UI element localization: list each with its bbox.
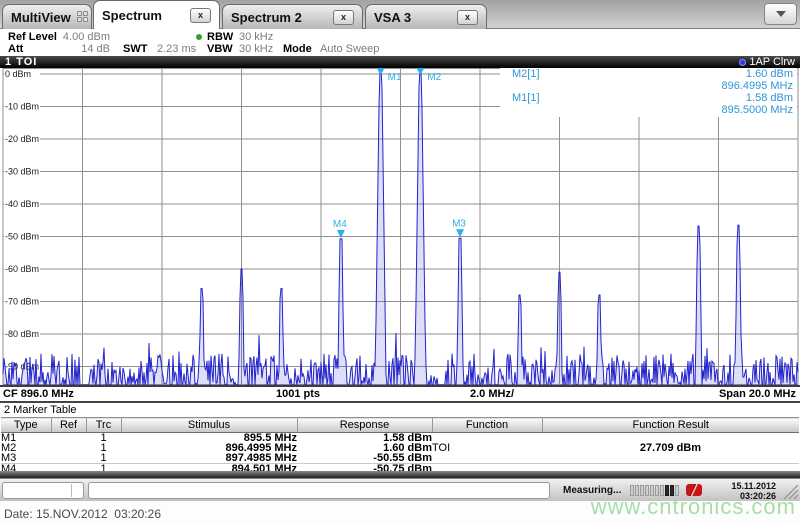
tab-vsa3[interactable]: VSA 3 x	[365, 4, 487, 29]
tab-multiview[interactable]: MultiView	[2, 4, 92, 29]
marker-table: Type Ref Trc Stimulus Response Function …	[1, 417, 799, 474]
tab-spectrum-label: Spectrum	[102, 7, 162, 23]
entry-field[interactable]	[88, 482, 550, 499]
col-function: Function	[431, 417, 542, 433]
ref-level-value[interactable]: 4.00 dBm	[60, 31, 110, 43]
readout-m1-name: M1[1]	[512, 92, 540, 104]
trace-label: 1AP Clrw	[749, 56, 795, 68]
watermark: www.cntronics.com	[590, 494, 796, 519]
spectrum-analyzer-screen: MultiView Spectrum x Spectrum 2 x VSA 3 …	[0, 0, 800, 525]
tab-vsa3-label: VSA 3	[374, 9, 412, 25]
table-row: M3 1 897.4985 MHz -50.55 dBm	[1, 452, 432, 464]
rbw-status-dot-icon	[196, 34, 202, 40]
x-axis-info-bar: CF 896.0 MHz 1001 pts 2.0 MHz/ Span 20.0…	[0, 385, 800, 401]
ref-level-label: Ref Level	[8, 31, 57, 43]
readout-m1-freq: 895.5000 MHz	[721, 104, 793, 116]
readout-m1-level: 1.58 dBm	[745, 92, 793, 104]
softkey-box[interactable]	[2, 482, 84, 499]
tab-vsa3-close-icon[interactable]: x	[457, 9, 478, 25]
mode-value[interactable]: Auto Sweep	[320, 43, 379, 55]
readout-m2-name: M2[1]	[512, 68, 540, 80]
settings-bar: Ref Level 4.00 dBm RBW 30 kHz Att 14 dB …	[0, 30, 800, 56]
marker-table-window: 2 Marker Table Type Ref Trc Stimulus Res…	[0, 401, 800, 478]
vbw-label: VBW	[207, 43, 233, 55]
col-function-result: Function Result	[541, 417, 799, 433]
marker-table-title: 2 Marker Table	[4, 404, 77, 416]
mode-label: Mode	[283, 43, 312, 55]
y-axis-label: -30 dBm	[5, 167, 39, 177]
y-axis-label: -60 dBm	[5, 264, 39, 274]
tab-bar: MultiView Spectrum x Spectrum 2 x VSA 3 …	[0, 0, 800, 29]
tab-spectrum-close-icon[interactable]: x	[190, 7, 211, 23]
chevron-down-icon	[775, 11, 786, 17]
y-axis-label: -50 dBm	[5, 232, 39, 242]
screenshot-caption: Date: 15.NOV.2012 03:20:26	[4, 507, 162, 521]
center-frequency-label[interactable]: CF 896.0 MHz	[3, 388, 74, 400]
rbw-value[interactable]: 30 kHz	[239, 31, 273, 43]
span-label[interactable]: Span 20.0 MHz	[719, 388, 796, 400]
y-axis-label: -20 dBm	[5, 134, 39, 144]
col-trc: Trc	[85, 417, 121, 433]
col-response: Response	[296, 417, 432, 433]
per-division-label: 2.0 MHz/	[470, 388, 515, 400]
marker-readout: M2[1] 1.60 dBm 896.4995 MHz M1[1] 1.58 d…	[500, 68, 797, 117]
y-axis-label: 0 dBm	[5, 69, 31, 79]
marker-label: M2	[427, 72, 441, 83]
multiview-grid-icon	[76, 10, 88, 24]
sweep-points-label: 1001 pts	[276, 388, 321, 400]
col-type: Type	[1, 417, 51, 433]
att-label: Att	[8, 43, 24, 55]
tab-spectrum2-label: Spectrum 2	[231, 9, 302, 25]
tab-spectrum2-close-icon[interactable]: x	[333, 9, 354, 25]
tab-overview-dropdown-button[interactable]	[764, 3, 797, 25]
y-axis-label: -40 dBm	[5, 199, 39, 209]
vbw-value[interactable]: 30 kHz	[239, 43, 273, 55]
col-ref: Ref	[50, 417, 86, 433]
swt-value[interactable]: 2.23 ms	[157, 43, 196, 55]
trace-color-dot-icon	[739, 58, 747, 66]
col-stimulus: Stimulus	[120, 417, 297, 433]
swt-label: SWT	[123, 43, 148, 55]
y-axis-label: -70 dBm	[5, 297, 39, 307]
chart-window-titlebar: 1 TOI 1AP Clrw	[0, 56, 800, 68]
trace-tag: 1AP Clrw	[739, 56, 795, 68]
att-value[interactable]: 14 dB	[60, 43, 110, 55]
marker-label: M3	[452, 218, 466, 229]
y-axis-label: -10 dBm	[5, 102, 39, 112]
marker-label: M1	[388, 72, 402, 83]
chart-window-title: 1 TOI	[5, 56, 38, 68]
window-bottom-edge	[0, 471, 800, 478]
tab-spectrum[interactable]: Spectrum x	[93, 0, 220, 29]
marker-label: M4	[333, 219, 347, 230]
readout-m2-freq: 896.4995 MHz	[721, 80, 793, 92]
tab-spectrum2[interactable]: Spectrum 2 x	[222, 4, 363, 29]
tab-multiview-label: MultiView	[11, 9, 71, 25]
readout-m2-level: 1.60 dBm	[745, 68, 793, 80]
marker-table-header-row: Type Ref Trc Stimulus Response Function …	[1, 417, 799, 433]
y-axis-label: -80 dBm	[5, 329, 39, 339]
rbw-label: RBW	[207, 31, 234, 43]
